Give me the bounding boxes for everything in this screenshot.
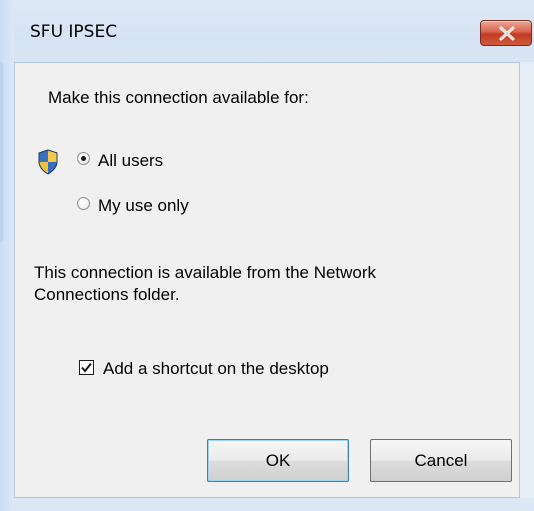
- title-bar[interactable]: SFU IPSEC: [14, 0, 534, 62]
- ok-button[interactable]: OK: [207, 439, 349, 482]
- availability-prompt: Make this connection available for:: [48, 88, 309, 107]
- info-text-line-1: This connection is available from the Ne…: [34, 263, 377, 282]
- close-button[interactable]: [480, 20, 532, 46]
- radio-all-users[interactable]: [77, 152, 90, 165]
- dialog-window: SFU IPSEC Make this connection available…: [0, 0, 534, 511]
- radio-my-use-only-label[interactable]: My use only: [98, 196, 189, 216]
- radio-my-use-only[interactable]: [77, 197, 90, 210]
- window-title: SFU IPSEC: [30, 22, 118, 42]
- radio-all-users-label[interactable]: All users: [98, 151, 163, 171]
- window-frame-accent: [0, 62, 3, 242]
- dialog-body: Make this connection available for: All …: [14, 62, 520, 498]
- window-frame-bottom: [14, 498, 534, 511]
- close-icon: [499, 26, 515, 41]
- cancel-button[interactable]: Cancel: [370, 439, 512, 482]
- info-text-line-2: Connections folder.: [34, 285, 180, 304]
- shortcut-checkbox[interactable]: [79, 360, 94, 375]
- uac-shield-icon: [38, 149, 58, 175]
- checkmark-icon: [81, 362, 92, 373]
- shortcut-checkbox-label[interactable]: Add a shortcut on the desktop: [103, 359, 329, 379]
- radio-selected-dot: [81, 156, 86, 161]
